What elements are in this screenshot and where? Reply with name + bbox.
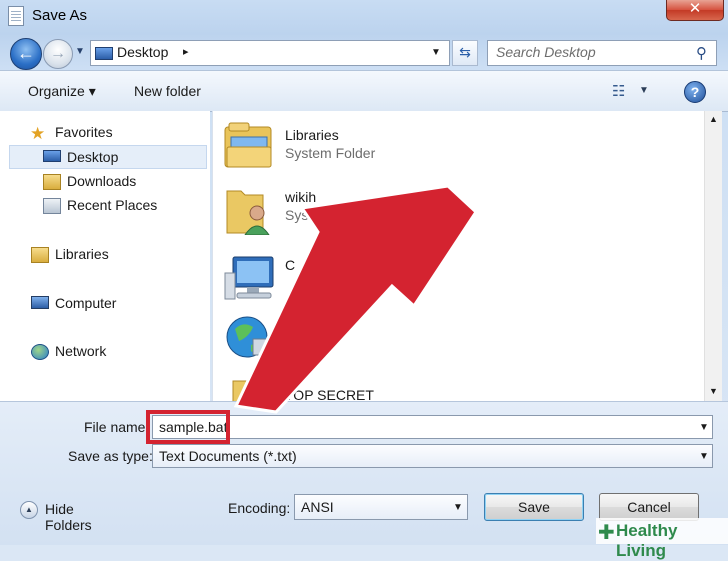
file-name: Libraries	[285, 127, 339, 143]
notepad-icon	[8, 6, 24, 26]
sidebar-item-computer[interactable]: Computer	[0, 292, 198, 314]
title-bar: Save As ✕	[0, 0, 728, 34]
file-type: Syst	[285, 207, 313, 223]
sidebar-item-label: Recent Places	[67, 197, 158, 213]
filename-highlight-box	[146, 410, 230, 444]
sidebar-item-desktop[interactable]: Desktop	[9, 145, 207, 169]
sidebar-item-label: Desktop	[67, 149, 119, 165]
scroll-up-icon[interactable]: ▲	[705, 111, 722, 128]
change-view-icon[interactable]: ☷	[612, 82, 625, 100]
list-item[interactable]: C	[223, 251, 523, 311]
scroll-down-icon[interactable]: ▼	[705, 383, 722, 400]
sidebar-item-downloads[interactable]: Downloads	[0, 170, 198, 192]
file-type: System Folder	[285, 145, 376, 161]
sidebar-item-label: Favorites	[55, 124, 113, 140]
search-icon[interactable]: ⚲	[696, 44, 707, 62]
health-cross-icon: ✚	[598, 522, 615, 544]
sidebar-item-label: Network	[55, 343, 107, 359]
file-list: Libraries System Folder wikih Syst C TOP…	[212, 111, 705, 401]
savetype-value: Text Documents (*.txt)	[159, 448, 297, 464]
forward-button[interactable]: →	[43, 39, 73, 69]
hide-folders-label: Hide Folders	[45, 501, 92, 533]
sidebar-item-libraries[interactable]: Libraries	[0, 243, 198, 265]
list-item[interactable]: Libraries System Folder	[223, 121, 523, 181]
command-toolbar: Organize ▾ New folder ☷ ▼ ?	[0, 70, 728, 112]
sidebar-item-recent-places[interactable]: Recent Places	[0, 194, 198, 216]
computer-icon	[223, 251, 275, 303]
search-placeholder: Search Desktop	[496, 44, 596, 60]
window-title: Save As	[32, 7, 88, 24]
address-location[interactable]: Desktop	[117, 44, 168, 60]
encoding-value: ANSI	[301, 499, 334, 515]
user-folder-icon	[223, 183, 275, 236]
folder-icon	[223, 373, 275, 401]
vertical-scrollbar[interactable]: ▲ ▼	[704, 111, 722, 401]
cancel-button[interactable]: Cancel	[599, 493, 699, 521]
savetype-dropdown-icon[interactable]: ▼	[699, 451, 709, 462]
back-button[interactable]: ←	[10, 38, 42, 70]
filename-dropdown-icon[interactable]: ▼	[699, 422, 709, 433]
filename-input[interactable]: sample.bat ▼	[152, 415, 713, 439]
desktop-icon	[43, 150, 61, 162]
network-icon	[31, 344, 49, 360]
recent-places-icon	[43, 198, 61, 214]
address-dropdown-icon[interactable]: ▼	[431, 47, 441, 58]
history-dropdown-icon[interactable]: ▼	[75, 46, 85, 57]
encoding-dropdown-icon[interactable]: ▼	[453, 502, 463, 513]
downloads-folder-icon	[43, 174, 61, 190]
navigation-pane: ★ Favorites Desktop Downloads Recent Pla…	[0, 111, 210, 401]
list-item[interactable]: wikih Syst	[223, 183, 523, 243]
watermark-text: Healthy Living	[616, 521, 678, 560]
computer-icon	[31, 296, 49, 309]
sidebar-item-favorites[interactable]: ★ Favorites	[0, 121, 198, 143]
network-globe-icon	[223, 311, 275, 363]
organize-button[interactable]: Organize ▾	[28, 83, 96, 100]
file-name: wikih	[285, 189, 317, 205]
sidebar-item-label: Libraries	[55, 246, 109, 262]
desktop-icon	[95, 47, 113, 60]
save-as-dialog: Save As ✕ ← → ▼ Desktop ▸ ▼ ⇆ Search Des…	[0, 0, 728, 560]
search-input[interactable]: Search Desktop ⚲	[487, 40, 717, 66]
sidebar-item-network[interactable]: Network	[0, 340, 198, 362]
file-name: C	[285, 257, 296, 273]
list-item[interactable]: TOP SECRET	[223, 373, 523, 401]
star-icon: ★	[30, 124, 46, 143]
list-item[interactable]	[223, 311, 523, 371]
watermark-logo: ✚ Healthy Living	[596, 518, 728, 560]
libraries-folder-icon	[223, 121, 275, 173]
savetype-select[interactable]: Text Documents (*.txt) ▼	[152, 444, 713, 468]
chevron-up-icon: ▲	[20, 501, 38, 519]
refresh-button[interactable]: ⇆	[452, 40, 478, 66]
new-folder-button[interactable]: New folder	[134, 83, 201, 99]
close-button[interactable]: ✕	[666, 0, 724, 21]
sidebar-item-label: Computer	[55, 295, 117, 311]
encoding-label: Encoding:	[228, 500, 291, 516]
save-button[interactable]: Save	[484, 493, 584, 521]
help-icon[interactable]: ?	[684, 81, 706, 103]
sidebar-item-label: Downloads	[67, 173, 137, 189]
filename-label: File name:	[84, 419, 150, 435]
address-bar[interactable]: Desktop ▸ ▼	[90, 40, 450, 66]
savetype-label: Save as type:	[68, 448, 153, 464]
view-dropdown-icon[interactable]: ▼	[639, 85, 649, 96]
address-separator-icon[interactable]: ▸	[183, 45, 189, 58]
encoding-select[interactable]: ANSI ▼	[294, 494, 468, 520]
file-name: TOP SECRET	[285, 387, 374, 401]
libraries-icon	[31, 247, 49, 263]
